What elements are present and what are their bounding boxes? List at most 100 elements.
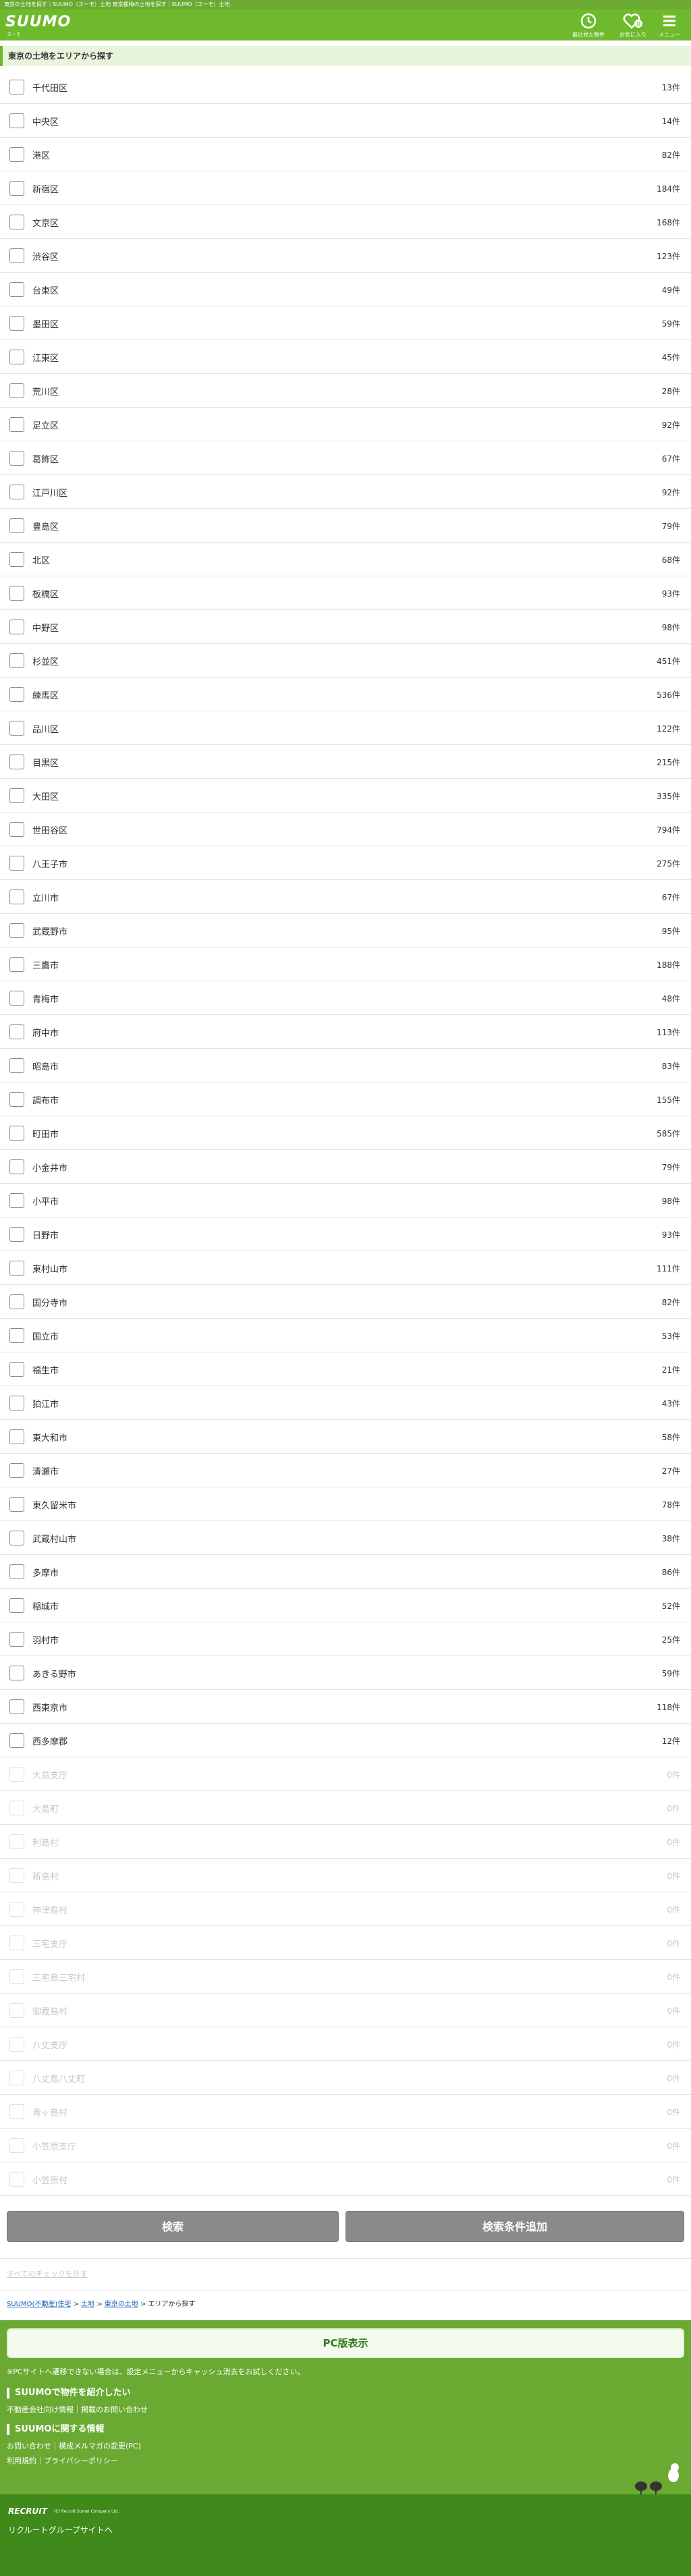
area-checkbox[interactable]: [9, 350, 24, 364]
area-row[interactable]: 国分寺市 82件: [0, 1285, 691, 1319]
area-checkbox[interactable]: [9, 1261, 24, 1276]
area-checkbox[interactable]: [9, 113, 24, 128]
area-row[interactable]: 港区 82件: [0, 138, 691, 171]
area-checkbox[interactable]: [9, 1531, 24, 1545]
area-checkbox[interactable]: [9, 1429, 24, 1444]
area-row[interactable]: 武蔵野市 95件: [0, 914, 691, 948]
area-checkbox[interactable]: [9, 1362, 24, 1377]
area-row[interactable]: 日野市 93件: [0, 1217, 691, 1251]
area-checkbox[interactable]: [9, 451, 24, 466]
area-checkbox[interactable]: [9, 1632, 24, 1647]
area-checkbox[interactable]: [9, 721, 24, 736]
area-checkbox[interactable]: [9, 1463, 24, 1478]
area-checkbox[interactable]: [9, 1058, 24, 1073]
area-checkbox[interactable]: [9, 788, 24, 803]
area-row[interactable]: 北区 68件: [0, 543, 691, 576]
area-row[interactable]: 立川市 67件: [0, 880, 691, 914]
area-checkbox[interactable]: [9, 1396, 24, 1410]
area-row[interactable]: 新宿区 184件: [0, 171, 691, 205]
area-checkbox[interactable]: [9, 383, 24, 398]
area-row[interactable]: 武蔵村山市 38件: [0, 1521, 691, 1555]
pc-view-button[interactable]: PC版表示: [7, 2328, 684, 2358]
area-checkbox[interactable]: [9, 957, 24, 972]
area-checkbox[interactable]: [9, 856, 24, 871]
add-condition-button[interactable]: 検索条件追加: [346, 2211, 684, 2242]
area-row[interactable]: 羽村市 25件: [0, 1622, 691, 1656]
recruit-group-link[interactable]: リクルートグループサイトへ: [8, 2524, 113, 2536]
area-checkbox[interactable]: [9, 1092, 24, 1107]
area-row[interactable]: 中野区 98件: [0, 610, 691, 644]
favorite-button[interactable]: 0 お気に入り: [614, 12, 652, 38]
area-checkbox[interactable]: [9, 822, 24, 837]
area-checkbox[interactable]: [9, 620, 24, 634]
area-row[interactable]: 西多摩郡 12件: [0, 1724, 691, 1757]
area-row[interactable]: 杉並区 451件: [0, 644, 691, 678]
menu-button[interactable]: メニュー: [651, 12, 688, 38]
area-row[interactable]: 国立市 53件: [0, 1319, 691, 1352]
area-row[interactable]: 福生市 21件: [0, 1352, 691, 1386]
area-row[interactable]: 練馬区 536件: [0, 678, 691, 711]
area-checkbox[interactable]: [9, 1126, 24, 1141]
area-checkbox[interactable]: [9, 181, 24, 196]
area-checkbox[interactable]: [9, 586, 24, 601]
area-row[interactable]: 中央区 14件: [0, 104, 691, 138]
area-checkbox[interactable]: [9, 215, 24, 229]
area-checkbox[interactable]: [9, 1497, 24, 1512]
area-row[interactable]: 文京区 168件: [0, 205, 691, 239]
area-checkbox[interactable]: [9, 552, 24, 567]
area-checkbox[interactable]: [9, 147, 24, 162]
area-row[interactable]: 青梅市 48件: [0, 981, 691, 1015]
area-checkbox[interactable]: [9, 1733, 24, 1748]
area-row[interactable]: 東大和市 58件: [0, 1420, 691, 1454]
area-checkbox[interactable]: [9, 282, 24, 297]
breadcrumb-land[interactable]: 土地: [81, 2301, 94, 2308]
area-row[interactable]: 稲城市 52件: [0, 1589, 691, 1622]
area-row[interactable]: 台東区 49件: [0, 273, 691, 306]
area-row[interactable]: 荒川区 28件: [0, 374, 691, 408]
area-checkbox[interactable]: [9, 316, 24, 331]
area-row[interactable]: 昭島市 83件: [0, 1049, 691, 1083]
area-checkbox[interactable]: [9, 1159, 24, 1174]
area-checkbox[interactable]: [9, 653, 24, 668]
area-checkbox[interactable]: [9, 417, 24, 432]
breadcrumb-tokyo[interactable]: 東京の土地: [105, 2301, 138, 2308]
area-checkbox[interactable]: [9, 1699, 24, 1714]
area-row[interactable]: 狛江市 43件: [0, 1386, 691, 1420]
area-row[interactable]: 東村山市 111件: [0, 1251, 691, 1285]
area-row[interactable]: 千代田区 13件: [0, 70, 691, 104]
area-row[interactable]: 三鷹市 188件: [0, 948, 691, 981]
area-row[interactable]: 清瀬市 27件: [0, 1454, 691, 1487]
area-row[interactable]: 府中市 113件: [0, 1015, 691, 1049]
area-row[interactable]: 渋谷区 123件: [0, 239, 691, 273]
area-row[interactable]: 西東京市 118件: [0, 1690, 691, 1724]
area-checkbox[interactable]: [9, 1598, 24, 1613]
area-checkbox[interactable]: [9, 1666, 24, 1680]
breadcrumb-home[interactable]: SUUMO(不動産)住宅: [7, 2301, 71, 2308]
area-checkbox[interactable]: [9, 923, 24, 938]
area-row[interactable]: 町田市 585件: [0, 1116, 691, 1150]
area-row[interactable]: 江戸川区 92件: [0, 475, 691, 509]
suumo-logo[interactable]: SUUMO: [5, 13, 71, 30]
area-checkbox[interactable]: [9, 1024, 24, 1039]
footer-links-info-1[interactable]: お問い合わせ｜構成メルマガの変更(PC): [7, 2440, 141, 2451]
area-row[interactable]: 調布市 155件: [0, 1083, 691, 1116]
area-checkbox[interactable]: [9, 687, 24, 702]
area-checkbox[interactable]: [9, 1294, 24, 1309]
area-row[interactable]: 足立区 92件: [0, 408, 691, 441]
area-row[interactable]: 墨田区 59件: [0, 306, 691, 340]
area-row[interactable]: 豊島区 79件: [0, 509, 691, 543]
area-row[interactable]: 小金井市 79件: [0, 1150, 691, 1184]
area-row[interactable]: 目黒区 215件: [0, 745, 691, 779]
area-checkbox[interactable]: [9, 485, 24, 499]
area-row[interactable]: 板橋区 93件: [0, 576, 691, 610]
area-checkbox[interactable]: [9, 889, 24, 904]
area-checkbox[interactable]: [9, 518, 24, 533]
area-row[interactable]: 世田谷区 794件: [0, 813, 691, 846]
area-checkbox[interactable]: [9, 755, 24, 769]
area-row[interactable]: 小平市 98件: [0, 1184, 691, 1217]
area-row[interactable]: あきる野市 59件: [0, 1656, 691, 1690]
history-button[interactable]: 最近見た物件: [570, 12, 607, 38]
clear-all-link[interactable]: すべてのチェックを外す: [7, 2268, 88, 2279]
area-checkbox[interactable]: [9, 1193, 24, 1208]
area-row[interactable]: 品川区 122件: [0, 711, 691, 745]
